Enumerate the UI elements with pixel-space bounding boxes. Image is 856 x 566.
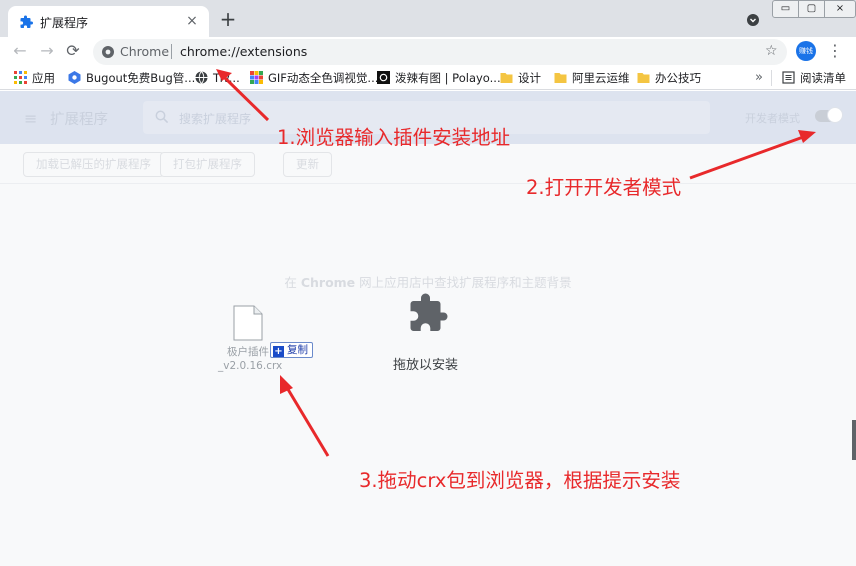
web-store-hint-prefix: 在 [284, 275, 301, 290]
web-store-hint-suffix: 网上应用店中查找扩展程序和主题背景 [355, 275, 572, 290]
forward-button[interactable]: → [37, 41, 57, 61]
update-button[interactable]: 更新 [283, 152, 332, 177]
folder-icon [637, 73, 650, 83]
developer-mode-toggle-knob[interactable] [827, 107, 843, 123]
omnibox-separator [171, 44, 172, 59]
copy-badge: + 复制 [270, 342, 313, 358]
bookmark-label: 办公技巧 [655, 71, 701, 85]
bookmark-folder-office[interactable]: 办公技巧 [637, 70, 701, 86]
bookmarks-divider [771, 70, 772, 86]
window-maximize-button[interactable]: ▢ [798, 0, 825, 18]
search-icon [155, 110, 169, 124]
bookmark-label: 应用 [32, 71, 55, 85]
profile-avatar[interactable]: 赚钱 [796, 41, 816, 61]
puzzle-icon [410, 293, 448, 331]
tab-strip: 扩展程序 × + ▭ ▢ × [0, 0, 856, 37]
bookmarks-overflow-button[interactable]: » [755, 70, 763, 86]
file-name-line1: 极户插件 [227, 346, 269, 358]
bookmark-label: 阿里云运维 [572, 71, 630, 85]
bookmark-bugout[interactable]: Bugout免费Bug管... [68, 70, 195, 86]
scrollbar-edge [852, 420, 856, 460]
globe-icon [195, 71, 208, 84]
browser-menu-icon[interactable]: ⋮ [827, 41, 843, 61]
browser-toolbar: ← → ⟳ Chrome chrome://extensions ☆ 赚钱 ⋮ [0, 37, 856, 66]
window-close-button[interactable]: × [824, 0, 856, 18]
bookmark-label: GIF动态全色调视觉... [268, 71, 379, 85]
bookmark-apps[interactable]: 应用 [14, 70, 55, 86]
plus-icon: + [273, 346, 284, 357]
developer-toolbar: 加载已解压的扩展程序 打包扩展程序 更新 [0, 144, 856, 184]
chrome-icon [102, 46, 114, 58]
back-button[interactable]: ← [10, 41, 30, 61]
web-store-link[interactable]: Chrome [301, 275, 355, 290]
tab-search-icon[interactable] [746, 13, 760, 27]
annotation-step-3: 3.拖动crx包到浏览器，根据提示安装 [359, 469, 681, 492]
search-placeholder: 搜索扩展程序 [179, 112, 252, 126]
bookmark-polayo[interactable]: 泼辣有图 | Polayo... [377, 70, 501, 86]
annotation-step-1: 1.浏览器输入插件安装地址 [277, 126, 511, 149]
polayo-icon [377, 71, 390, 84]
reading-list-icon [782, 71, 795, 84]
bookmark-star-icon[interactable]: ☆ [765, 43, 778, 59]
gif-icon [250, 71, 263, 84]
tab-extensions[interactable]: 扩展程序 × [8, 6, 209, 37]
pack-extension-button[interactable]: 打包扩展程序 [160, 152, 255, 177]
bookmark-label: Bugout免费Bug管... [86, 71, 196, 85]
reading-list-label: 阅读清单 [800, 71, 846, 85]
apps-grid-icon [14, 71, 27, 84]
bookmark-label: Tiv... [213, 71, 240, 85]
bookmark-label: 设计 [518, 71, 541, 85]
web-store-hint: 在 Chrome 网上应用店中查找扩展程序和主题背景 [0, 272, 856, 291]
tab-title: 扩展程序 [40, 16, 89, 30]
omnibox-chip: Chrome [120, 44, 170, 59]
puzzle-icon [20, 15, 33, 28]
dragged-file-name: 极户插件 _v2.0.16.crx [218, 345, 283, 373]
file-icon[interactable] [233, 305, 263, 341]
bookmark-label: 泼辣有图 | Polayo... [395, 71, 501, 85]
bookmark-globe[interactable]: Tiv... [195, 70, 240, 86]
omnibox-url[interactable]: chrome://extensions [180, 44, 307, 59]
bookmark-folder-aliyun[interactable]: 阿里云运维 [554, 70, 630, 86]
bookmarks-bar: 应用 Bugout免费Bug管... Tiv... GIF动态全色调视觉... … [0, 66, 856, 90]
reload-button[interactable]: ⟳ [63, 41, 83, 61]
menu-icon[interactable]: ≡ [24, 109, 37, 128]
page-title: 扩展程序 [50, 112, 108, 128]
new-tab-button[interactable]: + [218, 9, 238, 30]
bookmark-gif[interactable]: GIF动态全色调视觉... [250, 70, 378, 86]
extensions-page: ≡ 扩展程序 搜索扩展程序 开发者模式 加载已解压的扩展程序 打包扩展程序 更新… [0, 91, 856, 566]
drop-to-install-label: 拖放以安装 [393, 358, 459, 373]
developer-mode-label: 开发者模式 [745, 112, 800, 125]
folder-icon [500, 73, 513, 83]
bookmark-folder-design[interactable]: 设计 [500, 70, 541, 86]
window-minimize-button[interactable]: ▭ [772, 0, 799, 18]
bugout-icon [68, 71, 81, 84]
address-bar[interactable]: Chrome chrome://extensions ☆ [93, 39, 787, 65]
tab-close-icon[interactable]: × [183, 12, 201, 30]
file-name-line2: _v2.0.16.crx [218, 360, 283, 372]
load-unpacked-button[interactable]: 加载已解压的扩展程序 [23, 152, 164, 177]
reading-list-button[interactable]: 阅读清单 [782, 70, 846, 86]
copy-label: 复制 [287, 344, 308, 356]
annotation-step-2: 2.打开开发者模式 [526, 176, 682, 199]
folder-icon [554, 73, 567, 83]
